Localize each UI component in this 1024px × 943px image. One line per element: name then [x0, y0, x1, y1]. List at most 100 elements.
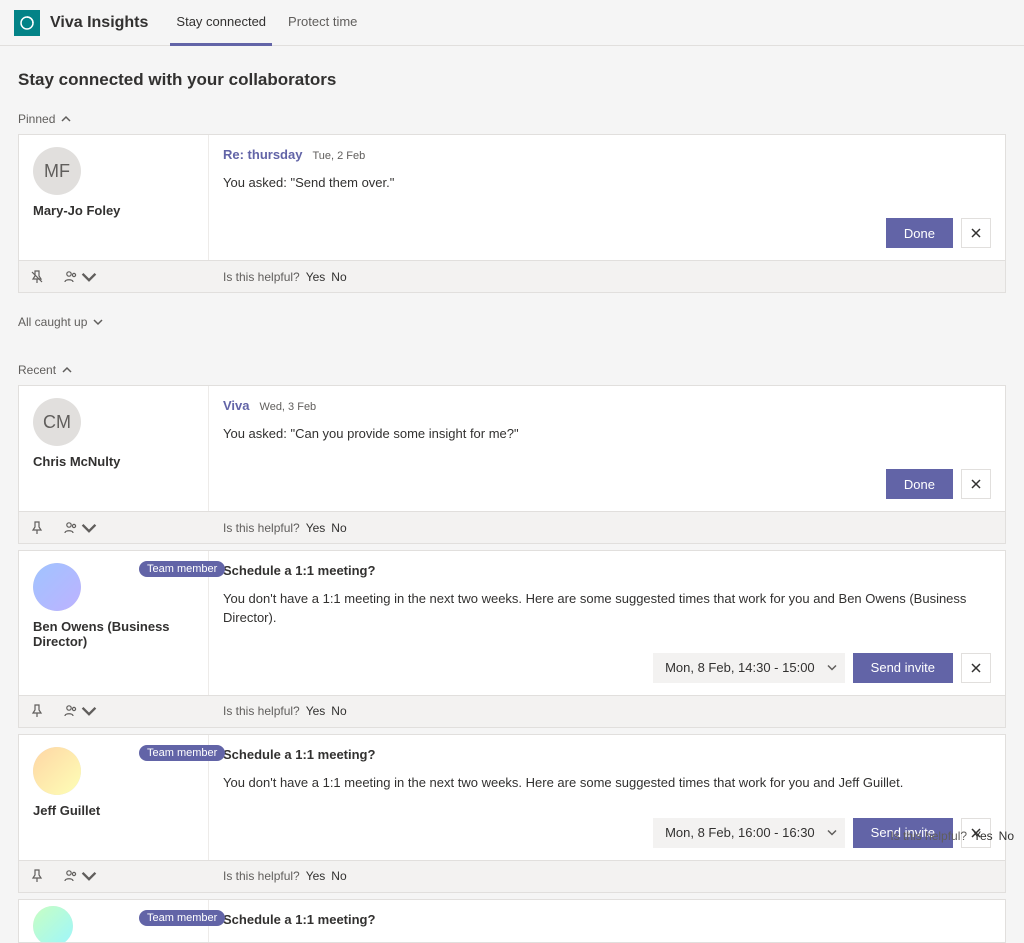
card-subject: Schedule a 1:1 meeting?	[223, 563, 375, 578]
insight-card: Team member Ben Owens (Business Director…	[18, 550, 1006, 695]
tab-protect-time[interactable]: Protect time	[282, 0, 363, 46]
card-text: You asked: "Can you provide some insight…	[223, 425, 991, 443]
time-slot-dropdown[interactable]: Mon, 8 Feb, 16:00 - 16:30	[653, 818, 845, 848]
card-subject[interactable]: Viva	[223, 398, 250, 413]
helpful-prompt: Is this helpful?	[223, 704, 300, 718]
helpful-prompt: Is this helpful?	[890, 829, 967, 843]
card-date: Tue, 2 Feb	[312, 150, 365, 162]
card-subject: Schedule a 1:1 meeting?	[223, 912, 375, 927]
chevron-up-icon	[62, 365, 72, 375]
helpful-no[interactable]: No	[999, 829, 1014, 843]
card-text: You don't have a 1:1 meeting in the next…	[223, 590, 991, 626]
helpful-no[interactable]: No	[331, 704, 346, 718]
card-footer: Is this helpful? Yes No	[18, 696, 1006, 728]
card-subject[interactable]: Re: thursday	[223, 147, 302, 162]
chevron-up-icon	[61, 114, 71, 124]
chevron-down-icon	[827, 827, 837, 837]
avatar-photo	[33, 747, 81, 795]
section-pinned-label: Pinned	[18, 112, 55, 126]
helpful-prompt: Is this helpful?	[223, 869, 300, 883]
section-recent-label: Recent	[18, 363, 56, 377]
all-caught-up-toggle[interactable]: All caught up	[0, 299, 1024, 359]
helpful-row: Is this helpful? Yes No	[209, 704, 347, 718]
chevron-down-icon	[81, 868, 97, 884]
helpful-yes[interactable]: Yes	[306, 270, 326, 284]
card-footer: Is this helpful? Yes No	[18, 861, 1006, 893]
avatar[interactable]: MF	[33, 147, 81, 195]
time-slot-label: Mon, 8 Feb, 14:30 - 15:00	[665, 660, 815, 675]
card-text: You don't have a 1:1 meeting in the next…	[223, 774, 991, 792]
avatar[interactable]	[33, 906, 73, 943]
unpin-button[interactable]	[29, 269, 45, 285]
person-name: Jeff Guillet	[33, 803, 196, 818]
people-button[interactable]	[63, 868, 97, 884]
avatar-initials: MF	[44, 161, 70, 182]
team-member-badge: Team member	[139, 745, 225, 761]
pin-button[interactable]	[29, 520, 45, 536]
top-tabbar: Viva Insights Stay connected Protect tim…	[0, 0, 1024, 46]
card-date: Wed, 3 Feb	[260, 401, 317, 413]
card-body: Viva Wed, 3 Feb You asked: "Can you prov…	[209, 386, 1005, 511]
helpful-no[interactable]: No	[331, 521, 346, 535]
section-recent-toggle[interactable]: Recent	[0, 359, 1024, 385]
helpful-yes[interactable]: Yes	[306, 869, 326, 883]
avatar-initials: CM	[43, 412, 71, 433]
time-slot-label: Mon, 8 Feb, 16:00 - 16:30	[665, 825, 815, 840]
send-invite-button[interactable]: Send invite	[853, 653, 953, 683]
chevron-down-icon	[81, 520, 97, 536]
card-subject: Schedule a 1:1 meeting?	[223, 747, 375, 762]
helpful-prompt: Is this helpful?	[223, 521, 300, 535]
all-caught-up-label: All caught up	[18, 315, 87, 329]
card-footer: Is this helpful? Yes No	[18, 261, 1006, 293]
people-button[interactable]	[63, 269, 97, 285]
page-heading: Stay connected with your collaborators	[0, 46, 1024, 108]
team-member-badge: Team member	[139, 561, 225, 577]
avatar[interactable]	[33, 747, 81, 795]
app-logo	[14, 10, 40, 36]
chevron-down-icon	[93, 317, 103, 327]
people-button[interactable]	[63, 520, 97, 536]
section-pinned-toggle[interactable]: Pinned	[0, 108, 1024, 134]
card-body: Schedule a 1:1 meeting?	[209, 900, 389, 942]
helpful-no[interactable]: No	[331, 869, 346, 883]
helpful-prompt: Is this helpful?	[223, 270, 300, 284]
card-person-panel: CM Chris McNulty	[19, 386, 209, 511]
chevron-down-icon	[81, 703, 97, 719]
avatar-photo	[33, 563, 81, 611]
person-name: Mary-Jo Foley	[33, 203, 196, 218]
card-text: You asked: "Send them over."	[223, 174, 991, 192]
insight-card: CM Chris McNulty Viva Wed, 3 Feb You ask…	[18, 385, 1006, 512]
helpful-yes[interactable]: Yes	[306, 521, 326, 535]
pin-button[interactable]	[29, 868, 45, 884]
insight-card: Team member Jeff Guillet Schedule a 1:1 …	[18, 734, 1006, 861]
chevron-down-icon	[81, 269, 97, 285]
avatar-photo	[33, 906, 73, 943]
dismiss-button[interactable]	[961, 218, 991, 248]
person-name: Ben Owens (Business Director)	[33, 619, 196, 649]
team-member-badge: Team member	[139, 910, 225, 926]
tab-stay-connected[interactable]: Stay connected	[170, 0, 272, 46]
card-person-panel: MF Mary-Jo Foley	[19, 135, 209, 260]
helpful-row: Is this helpful? Yes No	[209, 521, 347, 535]
insight-card: Team member Schedule a 1:1 meeting?	[18, 899, 1006, 943]
close-icon	[970, 478, 982, 490]
pin-button[interactable]	[29, 703, 45, 719]
helpful-no[interactable]: No	[331, 270, 346, 284]
close-icon	[970, 662, 982, 674]
card-body: Schedule a 1:1 meeting? You don't have a…	[209, 551, 1005, 694]
card-body: Re: thursday Tue, 2 Feb You asked: "Send…	[209, 135, 1005, 260]
time-slot-dropdown[interactable]: Mon, 8 Feb, 14:30 - 15:00	[653, 653, 845, 683]
card-footer: Is this helpful? Yes No	[18, 512, 1006, 544]
chevron-down-icon	[827, 662, 837, 672]
close-icon	[970, 227, 982, 239]
dismiss-button[interactable]	[961, 653, 991, 683]
done-button[interactable]: Done	[886, 469, 953, 499]
avatar[interactable]: CM	[33, 398, 81, 446]
dismiss-button[interactable]	[961, 469, 991, 499]
people-button[interactable]	[63, 703, 97, 719]
done-button[interactable]: Done	[886, 218, 953, 248]
helpful-yes[interactable]: Yes	[306, 704, 326, 718]
helpful-yes[interactable]: Yes	[973, 829, 993, 843]
avatar[interactable]	[33, 563, 81, 611]
page-helpful-row: Is this helpful? Yes No	[890, 829, 1014, 843]
